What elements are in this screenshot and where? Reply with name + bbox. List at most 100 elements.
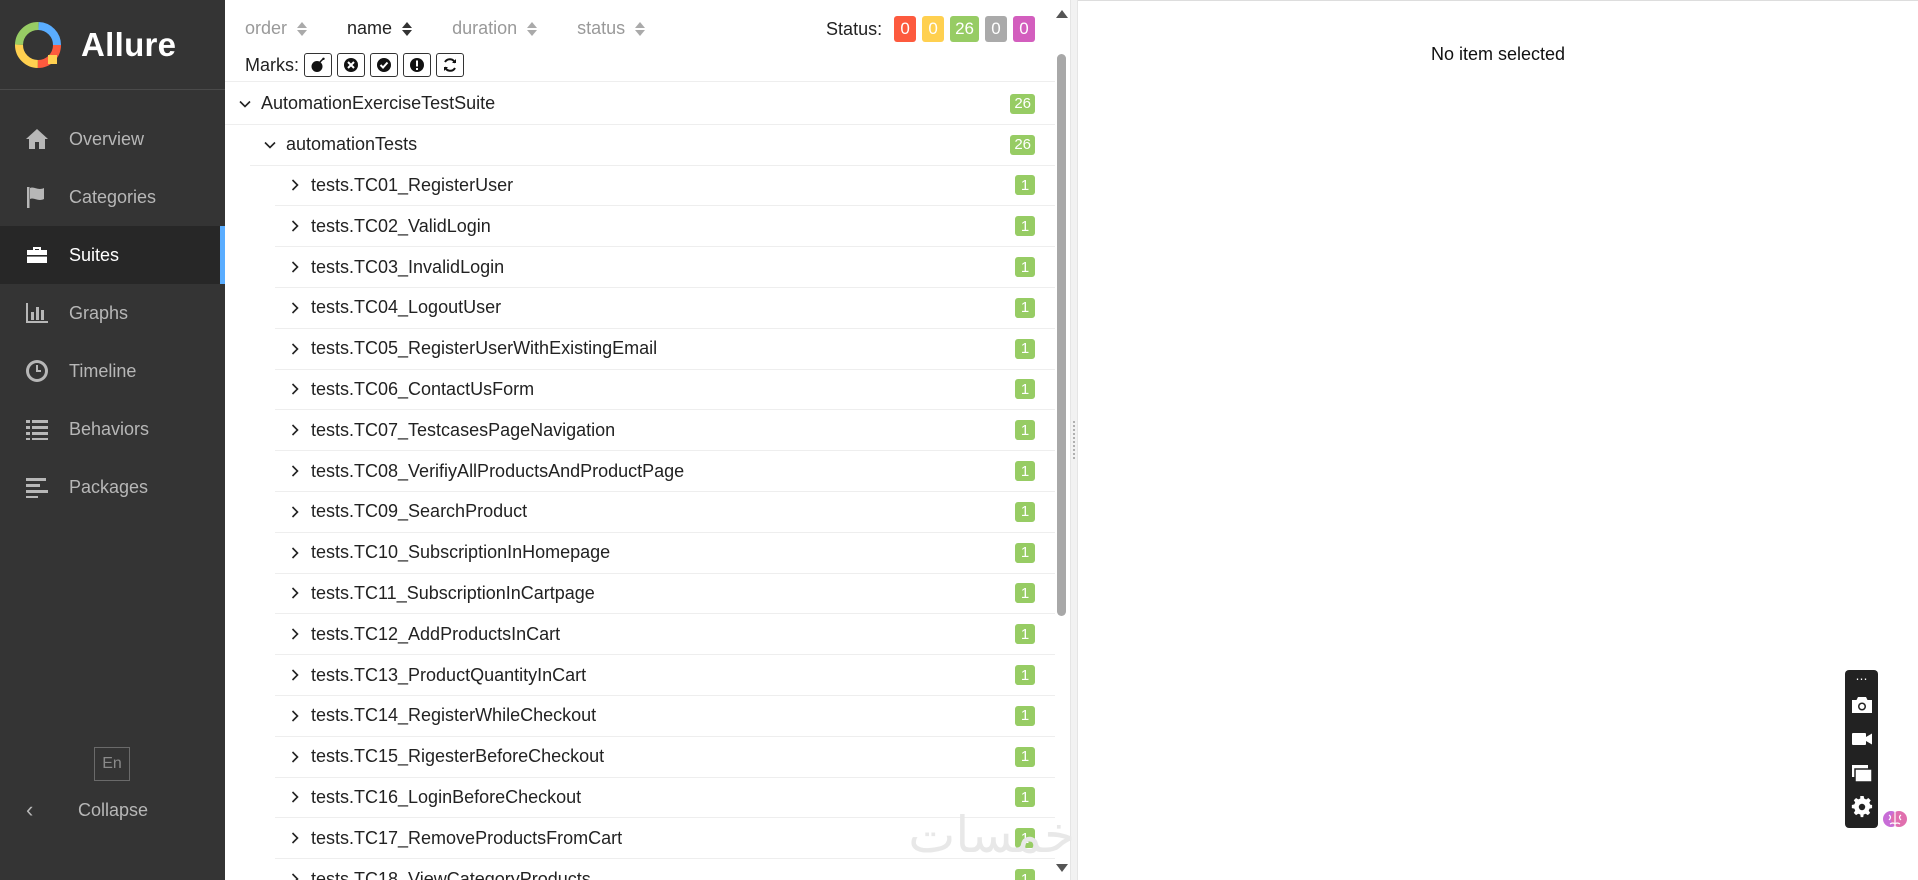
sidebar-nav: Overview Categories Suites Graphs Timeli… xyxy=(0,110,225,516)
node-name: tests.TC15_RigesterBeforeCheckout xyxy=(311,746,605,767)
tree-node-test[interactable]: tests.TC03_InvalidLogin 1 xyxy=(275,247,1055,288)
node-name: tests.TC06_ContactUsForm xyxy=(311,378,535,399)
tree-node-test[interactable]: tests.TC02_ValidLogin 1 xyxy=(275,206,1055,248)
video-camera-icon xyxy=(1851,733,1872,745)
detail-pane: No item selected xyxy=(1078,0,1918,880)
node-name: tests.TC02_ValidLogin xyxy=(311,215,491,236)
scroll-up-arrow-icon[interactable] xyxy=(1056,10,1068,18)
refresh-icon xyxy=(444,58,456,72)
sidebar-item-suites[interactable]: Suites xyxy=(0,226,225,284)
passed-count-badge: 1 xyxy=(1015,420,1035,441)
tree-node-test[interactable]: tests.TC12_AddProductsInCart 1 xyxy=(275,614,1055,656)
tree-node-test[interactable]: tests.TC15_RigesterBeforeCheckout 1 xyxy=(275,737,1055,778)
brain-icon[interactable] xyxy=(1882,806,1908,832)
tree-scrollbar[interactable] xyxy=(1055,0,1070,880)
chevron-right-icon xyxy=(289,424,301,436)
sidebar-item-graphs[interactable]: Graphs xyxy=(0,284,225,342)
flag-icon xyxy=(23,183,51,211)
status-unknown-badge[interactable]: 0 xyxy=(1013,16,1035,42)
status-label: Status: xyxy=(826,18,883,39)
brand[interactable]: Allure xyxy=(0,0,225,90)
sidebar-item-label: Behaviors xyxy=(69,418,150,439)
align-left-icon xyxy=(23,473,51,501)
screenshot-button[interactable] xyxy=(1845,688,1878,722)
status-skipped-badge[interactable]: 0 xyxy=(985,16,1007,42)
passed-count-badge: 1 xyxy=(1015,257,1035,278)
status-failed-badge[interactable]: 0 xyxy=(894,16,917,42)
sidebar-item-timeline[interactable]: Timeline xyxy=(0,342,225,400)
sidebar-item-label: Graphs xyxy=(69,302,129,323)
mark-new-broken-button[interactable] xyxy=(403,53,431,77)
pane-splitter[interactable] xyxy=(1070,0,1078,880)
passed-count-badge: 1 xyxy=(1015,338,1035,359)
sorter-label: order xyxy=(245,18,288,38)
tree-node-test[interactable]: tests.TC09_SearchProduct 1 xyxy=(275,492,1055,533)
status-broken-badge[interactable]: 0 xyxy=(922,16,945,42)
sidebar-item-categories[interactable]: Categories xyxy=(0,168,225,226)
tree-node-test[interactable]: tests.TC06_ContactUsForm 1 xyxy=(275,370,1055,411)
tree-node-test[interactable]: tests.TC05_RegisterUserWithExistingEmail… xyxy=(275,329,1055,370)
tree-node-test[interactable]: tests.TC13_ProductQuantityInCart 1 xyxy=(275,655,1055,696)
status-passed-badge[interactable]: 26 xyxy=(950,16,979,42)
chevron-right-icon xyxy=(289,179,301,192)
bar-chart-icon xyxy=(23,299,51,327)
list-icon xyxy=(23,415,51,443)
briefcase-icon xyxy=(23,241,51,269)
sorter-label: duration xyxy=(452,18,518,38)
suite-tree: AutomationExerciseTestSuite 26 automatio… xyxy=(225,84,1055,880)
sort-by-name[interactable]: name xyxy=(347,18,413,39)
sidebar-item-packages[interactable]: Packages xyxy=(0,458,225,516)
status-filter: Status: 0 0 26 0 0 xyxy=(826,16,1035,42)
tree-node-test[interactable]: tests.TC04_LogoutUser 1 xyxy=(275,288,1055,329)
passed-count-badge: 1 xyxy=(1015,746,1035,767)
chevron-right-icon xyxy=(289,383,301,396)
brand-name: Allure xyxy=(81,25,177,63)
settings-button[interactable] xyxy=(1845,790,1878,824)
mark-retries-button[interactable] xyxy=(436,53,464,77)
sort-by-order[interactable]: order xyxy=(245,18,308,39)
collapse-label: Collapse xyxy=(78,799,149,820)
sort-by-status[interactable]: status xyxy=(577,18,646,39)
node-name: automationTests xyxy=(286,134,418,155)
passed-count-badge: 1 xyxy=(1015,542,1035,563)
sort-by-duration[interactable]: duration xyxy=(452,18,538,39)
chevron-down-icon xyxy=(239,98,251,110)
windows-icon xyxy=(1851,765,1873,783)
tree-node-test[interactable]: tests.TC08_VerifiyAllProductsAndProductP… xyxy=(275,451,1055,492)
sidebar-item-label: Packages xyxy=(69,476,149,497)
tree-node-test[interactable]: tests.TC14_RegisterWhileCheckout 1 xyxy=(275,696,1055,737)
tree-node-test[interactable]: tests.TC01_RegisterUser 1 xyxy=(275,166,1055,207)
tree-node-group[interactable]: automationTests 26 xyxy=(250,125,1055,166)
tree-node-test[interactable]: tests.TC10_SubscriptionInHomepage 1 xyxy=(275,533,1055,574)
record-video-button[interactable] xyxy=(1845,722,1878,756)
passed-count-badge: 26 xyxy=(1010,93,1035,114)
passed-count-badge: 1 xyxy=(1015,583,1035,604)
mark-flaky-button[interactable] xyxy=(304,53,332,77)
window-capture-button[interactable] xyxy=(1845,756,1878,790)
passed-count-badge: 1 xyxy=(1015,297,1035,318)
tree-node-suite[interactable]: AutomationExerciseTestSuite 26 xyxy=(225,84,1055,125)
bomb-icon xyxy=(311,57,325,72)
tree-node-test[interactable]: tests.TC11_SubscriptionInCartpage 1 xyxy=(275,574,1055,615)
language-button[interactable]: En xyxy=(94,747,130,781)
sidebar-item-label: Overview xyxy=(69,128,145,149)
mark-new-passed-button[interactable] xyxy=(370,53,398,77)
sidebar-item-label: Timeline xyxy=(69,360,137,381)
node-name: tests.TC01_RegisterUser xyxy=(311,174,514,195)
allure-logo-icon xyxy=(15,21,61,68)
sidebar-item-behaviors[interactable]: Behaviors xyxy=(0,400,225,458)
mark-new-failed-button[interactable] xyxy=(337,53,365,77)
more-options-icon[interactable]: ⋯ xyxy=(1856,670,1868,688)
chevron-right-icon xyxy=(289,832,301,844)
passed-count-badge: 1 xyxy=(1015,379,1035,400)
node-name: tests.TC13_ProductQuantityInCart xyxy=(311,664,587,685)
sidebar-item-overview[interactable]: Overview xyxy=(0,110,225,168)
sort-arrows-icon xyxy=(297,21,308,36)
check-circle-icon xyxy=(377,58,391,72)
scrollbar-thumb[interactable] xyxy=(1057,54,1066,616)
passed-count-badge: 1 xyxy=(1015,624,1035,645)
collapse-button[interactable]: ‹ Collapse xyxy=(0,790,225,830)
tree-node-test[interactable]: tests.TC07_TestcasesPageNavigation 1 xyxy=(275,410,1055,452)
node-name: AutomationExerciseTestSuite xyxy=(261,93,496,114)
passed-count-badge: 1 xyxy=(1015,501,1035,522)
